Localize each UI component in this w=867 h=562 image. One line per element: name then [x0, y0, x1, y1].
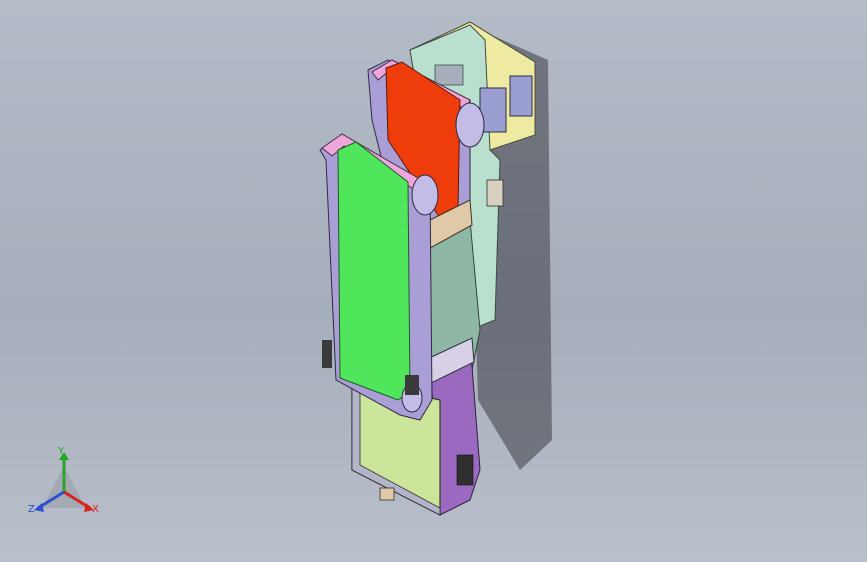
upper-roller [455, 102, 485, 148]
bottom-foot [379, 487, 395, 501]
z-axis-label: Z [28, 504, 35, 515]
y-axis-label: Y [58, 446, 65, 457]
clamp-right [405, 375, 419, 395]
sensor-block [486, 179, 504, 207]
cad-viewport[interactable]: Y X Z [0, 0, 867, 562]
motor-right [509, 75, 533, 117]
bracket-window [434, 64, 464, 86]
slide-bracket [456, 454, 474, 486]
green-belt [337, 141, 411, 401]
conveyor-assembly-model[interactable] [0, 0, 867, 562]
lower-roller [411, 174, 439, 216]
clamp-left [322, 340, 332, 368]
coordinate-triad: Y X Z [24, 446, 108, 524]
x-axis-label: X [92, 504, 99, 515]
